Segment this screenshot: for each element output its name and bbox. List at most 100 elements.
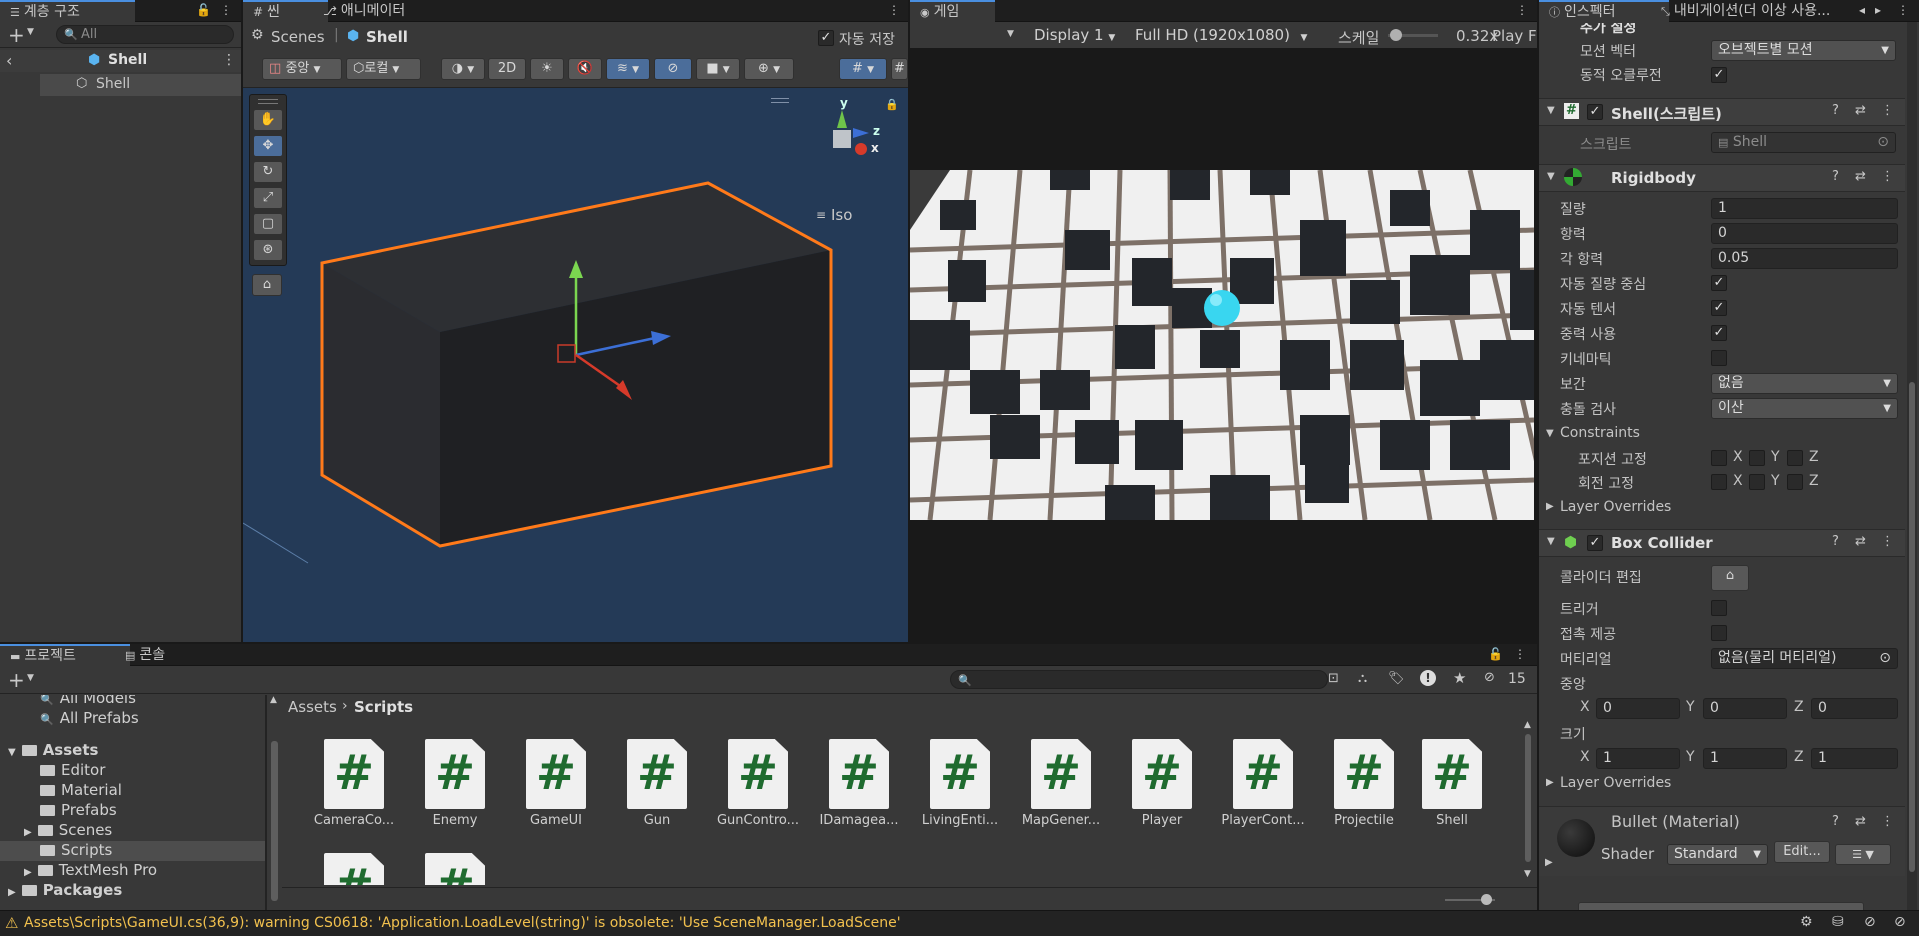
breadcrumb-root[interactable]: Scenes (271, 28, 325, 46)
rigidbody-layer-overrides[interactable]: Layer Overrides (1560, 499, 1671, 515)
box-collider-header[interactable]: ▼ ⬢ ✓ Box Collider ? ⇄ ⋮ (1539, 529, 1905, 557)
more-icon[interactable]: ⋮ (1881, 814, 1894, 829)
interpolate-dropdown[interactable]: 없음 ▼ (1711, 373, 1898, 394)
size-y-field[interactable]: 1 (1703, 748, 1787, 769)
mass-field[interactable]: 1 (1711, 198, 1898, 219)
projection-label[interactable]: Iso (831, 206, 852, 224)
center-x-field[interactable]: 0 (1596, 698, 1680, 719)
script-asset[interactable]: # PlayerCont... (1215, 737, 1311, 833)
foldout-arrow-icon[interactable]: ▼ (1547, 105, 1555, 116)
tree-scroll-thumb[interactable] (271, 741, 278, 901)
progress-spinner-icon[interactable]: ⊘ (1894, 914, 1906, 930)
script-asset-partial[interactable]: # (306, 851, 402, 885)
edit-collider-button[interactable]: ⌂ (1711, 565, 1749, 591)
move-tool[interactable]: ✥ (253, 135, 283, 157)
tab-animator[interactable]: ⎇ 애니메이터 (313, 0, 415, 22)
favorite-all-models[interactable]: 🔍 All Models (40, 695, 136, 707)
orientation-gizmo[interactable]: y z x 🔒 (803, 96, 899, 188)
add-icon[interactable]: + (8, 23, 25, 47)
script-asset[interactable]: # IDamagea... (811, 737, 907, 833)
expand-arrow-icon[interactable]: ▶ (24, 867, 32, 878)
scroll-up-icon[interactable]: ▲ (270, 695, 277, 705)
pivot-dropdown[interactable]: ◫ 중앙 ▼ (262, 58, 342, 80)
tree-scrollbar-track[interactable]: ▲ (266, 695, 282, 910)
favorite-star-icon[interactable]: ★ (1453, 669, 1466, 687)
freeze-rot-z-checkbox[interactable] (1787, 474, 1803, 490)
folder-material[interactable]: Material (40, 781, 122, 799)
chevron-down-icon[interactable]: ▼ (27, 673, 34, 683)
hierarchy-item[interactable]: ⬡ Shell (40, 74, 241, 96)
inspector-scrollbar[interactable] (1907, 22, 1917, 910)
status-warning-message[interactable]: Assets\Scripts\GameUI.cs(36,9): warning … (24, 915, 901, 931)
expand-arrow-icon[interactable]: ▶ (24, 827, 32, 838)
scale-slider-thumb[interactable] (1390, 29, 1402, 41)
camera-dropdown[interactable]: ■ ▼ (696, 58, 740, 80)
script-asset[interactable]: # CameraCo... (306, 737, 402, 833)
trigger-checkbox[interactable] (1711, 600, 1727, 616)
shader-dropdown[interactable]: Standard ▼ (1667, 844, 1768, 865)
script-asset[interactable]: # Enemy (407, 737, 503, 833)
target-icon[interactable]: ⊙ (1877, 133, 1889, 152)
asset-grid-scrollbar[interactable]: ▲ ▼ (1521, 720, 1535, 887)
folder-prefabs[interactable]: Prefabs (40, 801, 117, 819)
size-z-field[interactable]: 1 (1811, 748, 1898, 769)
auto-tensor-checkbox[interactable]: ✓ (1711, 300, 1727, 316)
more-icon[interactable]: ⋮ (222, 52, 236, 68)
size-x-field[interactable]: 1 (1596, 748, 1680, 769)
more-icon[interactable]: ⋮ (1881, 169, 1894, 184)
effects-toggle[interactable]: ≋ ▼ (606, 58, 650, 80)
add-icon[interactable]: + (8, 668, 25, 692)
autosave-checkbox[interactable]: ✓ (818, 30, 834, 46)
scroll-down-icon[interactable]: ▼ (1524, 869, 1531, 879)
foldout-arrow-icon[interactable]: ▼ (1546, 428, 1554, 439)
collider-layer-overrides[interactable]: Layer Overrides (1560, 775, 1671, 791)
more-icon[interactable]: ⋮ (1897, 3, 1909, 17)
center-y-field[interactable]: 0 (1703, 698, 1787, 719)
chevron-left-icon[interactable]: ◂ (1859, 3, 1865, 17)
lock-icon[interactable]: 🔓 (196, 3, 211, 17)
folder-scenes[interactable]: ▶ Scenes (24, 821, 112, 839)
breadcrumb-scripts[interactable]: Scripts (354, 698, 413, 716)
foldout-arrow-icon[interactable]: ▶ (1545, 857, 1553, 868)
project-search-input[interactable]: 🔍 (950, 670, 1328, 689)
hierarchy-search-input[interactable]: 🔍 All (56, 25, 234, 44)
breadcrumb-assets[interactable]: Assets (288, 698, 337, 716)
tab-hierarchy[interactable]: ☰ 계층 구조 (0, 0, 135, 24)
tab-game[interactable]: ◉ 게임 (910, 0, 995, 24)
custom-tool[interactable]: ⌂ (252, 274, 282, 296)
tab-inspector[interactable]: ⓘ 인스펙터 (1539, 0, 1669, 24)
play-focus-dropdown[interactable]: Play F (1492, 27, 1537, 45)
foldout-arrow-icon[interactable]: ▼ (1547, 536, 1555, 547)
kinematic-checkbox[interactable] (1711, 350, 1727, 366)
provide-contacts-checkbox[interactable] (1711, 625, 1727, 641)
shader-options-button[interactable]: ☰ ▼ (1835, 844, 1891, 865)
transform-tool[interactable]: ⊛ (253, 239, 283, 261)
folder-scripts[interactable]: Scripts (40, 841, 112, 859)
help-icon[interactable]: ? (1832, 534, 1839, 549)
script-asset-partial[interactable]: # (407, 851, 503, 885)
favorite-all-prefabs[interactable]: 🔍 All Prefabs (40, 709, 139, 727)
drag-field[interactable]: 0 (1711, 223, 1898, 244)
help-icon[interactable]: ? (1832, 169, 1839, 184)
resolution-dropdown[interactable]: Full HD (1920x1080) ▼ (1135, 26, 1307, 44)
script-asset[interactable]: # Shell (1404, 737, 1500, 833)
scale-slider[interactable] (1388, 29, 1438, 41)
overlay-handle[interactable] (771, 98, 789, 103)
tab-navigation[interactable]: ⤡ 내비게이션(더 이상 사용... (1651, 0, 1871, 22)
gizmos-dropdown[interactable]: ⊕ ▼ (744, 58, 794, 80)
foldout-arrow-icon[interactable]: ▼ (1547, 171, 1555, 182)
foldout-arrow-icon[interactable]: ▶ (1546, 501, 1554, 512)
shell-script-header[interactable]: ▼ # ✓ Shell(스크립트) ? ⇄ ⋮ (1539, 98, 1905, 126)
icon-size-slider[interactable] (1445, 894, 1495, 905)
rigidbody-header[interactable]: ▼ Rigidbody ? ⇄ ⋮ (1539, 164, 1905, 192)
filter-type-icon[interactable]: ⛬ (1358, 671, 1367, 686)
freeze-pos-x-checkbox[interactable] (1711, 450, 1727, 466)
audio-toggle[interactable]: 🔇 (568, 58, 602, 80)
more-icon[interactable]: ⋮ (1514, 647, 1526, 661)
projection-menu-icon[interactable]: ≡ (816, 208, 826, 222)
target-icon[interactable]: ⊙ (1879, 649, 1891, 668)
chevron-right-icon[interactable]: ▸ (1875, 3, 1881, 17)
shell-enabled-checkbox[interactable]: ✓ (1587, 104, 1603, 120)
more-icon[interactable]: ⋮ (1881, 103, 1894, 118)
collision-dropdown[interactable]: 이산 ▼ (1711, 398, 1898, 419)
